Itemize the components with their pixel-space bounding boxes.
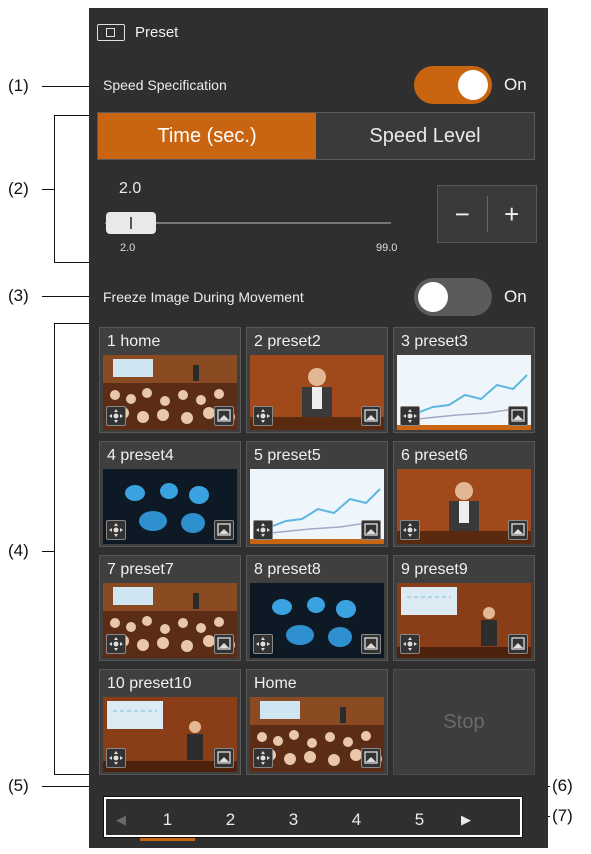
decrement-button[interactable]: −: [438, 186, 487, 242]
toggle-knob: [418, 282, 448, 312]
preset-label: 3 preset3: [401, 333, 468, 350]
slider-value: 2.0: [119, 180, 142, 197]
move-camera-icon[interactable]: [106, 634, 126, 654]
callout-2-bracket: [54, 115, 55, 263]
move-camera-icon[interactable]: [106, 748, 126, 768]
callout-7-frame: [103, 796, 523, 838]
move-camera-icon[interactable]: [253, 748, 273, 768]
value-stepper: − +: [437, 185, 537, 243]
slider-max-label: 99.0: [376, 242, 398, 254]
mode-selector: Time (sec.) Speed Level: [97, 112, 535, 160]
preset-label: 10 preset10: [107, 675, 192, 692]
move-camera-icon[interactable]: [400, 406, 420, 426]
slider-min-label: 2.0: [120, 242, 136, 254]
move-camera-icon[interactable]: [253, 520, 273, 540]
preset-label: 1 home: [107, 333, 161, 350]
move-camera-icon[interactable]: [400, 634, 420, 654]
callout-4-bracket: [54, 323, 55, 774]
preset-tile[interactable]: 5 preset5: [246, 441, 388, 547]
image-edit-icon[interactable]: [214, 520, 234, 540]
preset-tile[interactable]: 8 preset8: [246, 555, 388, 661]
preset-tile[interactable]: 6 preset6: [393, 441, 535, 547]
preset-label: 9 preset9: [401, 561, 468, 578]
speed-spec-state: On: [504, 75, 527, 94]
preset-label: 6 preset6: [401, 447, 468, 464]
freeze-toggle[interactable]: [414, 278, 492, 316]
image-edit-icon[interactable]: [214, 634, 234, 654]
image-edit-icon[interactable]: [361, 634, 381, 654]
move-camera-icon[interactable]: [253, 634, 273, 654]
preset-label: 2 preset2: [254, 333, 321, 350]
stop-button[interactable]: Stop: [393, 669, 535, 775]
callout-4-line: [42, 551, 54, 552]
increment-button[interactable]: +: [488, 186, 537, 242]
preset-label: 4 preset4: [107, 447, 174, 464]
speed-spec-label: Speed Specification: [103, 77, 227, 93]
preset-tile[interactable]: 1 home: [99, 327, 241, 433]
callout-2: (2): [8, 179, 29, 198]
move-camera-icon[interactable]: [106, 406, 126, 426]
image-edit-icon[interactable]: [214, 748, 234, 768]
image-edit-icon[interactable]: [361, 520, 381, 540]
image-edit-icon[interactable]: [508, 406, 528, 426]
image-edit-icon[interactable]: [508, 634, 528, 654]
preset-window-icon: [97, 23, 125, 41]
mode-time-button[interactable]: Time (sec.): [98, 113, 316, 159]
move-camera-icon[interactable]: [106, 520, 126, 540]
preset-tile[interactable]: 2 preset2: [246, 327, 388, 433]
move-camera-icon[interactable]: [253, 406, 273, 426]
freeze-state: On: [504, 287, 527, 306]
preset-label: Home: [254, 675, 297, 692]
panel-header: Preset: [97, 22, 178, 42]
image-edit-icon[interactable]: [361, 748, 381, 768]
preset-tile[interactable]: 9 preset9: [393, 555, 535, 661]
preset-tile[interactable]: 10 preset10: [99, 669, 241, 775]
callout-2-line: [42, 189, 54, 190]
preset-tile[interactable]: Home: [246, 669, 388, 775]
callout-1: (1): [8, 76, 29, 95]
callout-7: (7): [552, 806, 573, 825]
callout-6: (6): [552, 776, 573, 795]
preset-label: 5 preset5: [254, 447, 321, 464]
mode-speed-level-button[interactable]: Speed Level: [316, 113, 534, 159]
toggle-knob: [458, 70, 488, 100]
preset-panel: Preset Speed Specification On Time (sec.…: [89, 8, 548, 848]
preset-label: 8 preset8: [254, 561, 321, 578]
image-edit-icon[interactable]: [361, 406, 381, 426]
move-camera-icon[interactable]: [400, 520, 420, 540]
slider-thumb[interactable]: [106, 212, 156, 234]
preset-label: 7 preset7: [107, 561, 174, 578]
image-edit-icon[interactable]: [214, 406, 234, 426]
speed-spec-toggle[interactable]: [414, 66, 492, 104]
callout-5: (5): [8, 776, 29, 795]
preset-tile[interactable]: 4 preset4: [99, 441, 241, 547]
preset-tile[interactable]: 7 preset7: [99, 555, 241, 661]
freeze-label: Freeze Image During Movement: [103, 289, 304, 305]
panel-title: Preset: [135, 23, 179, 41]
callout-3: (3): [8, 286, 29, 305]
image-edit-icon[interactable]: [508, 520, 528, 540]
preset-tile[interactable]: 3 preset3: [393, 327, 535, 433]
callout-4: (4): [8, 541, 29, 560]
